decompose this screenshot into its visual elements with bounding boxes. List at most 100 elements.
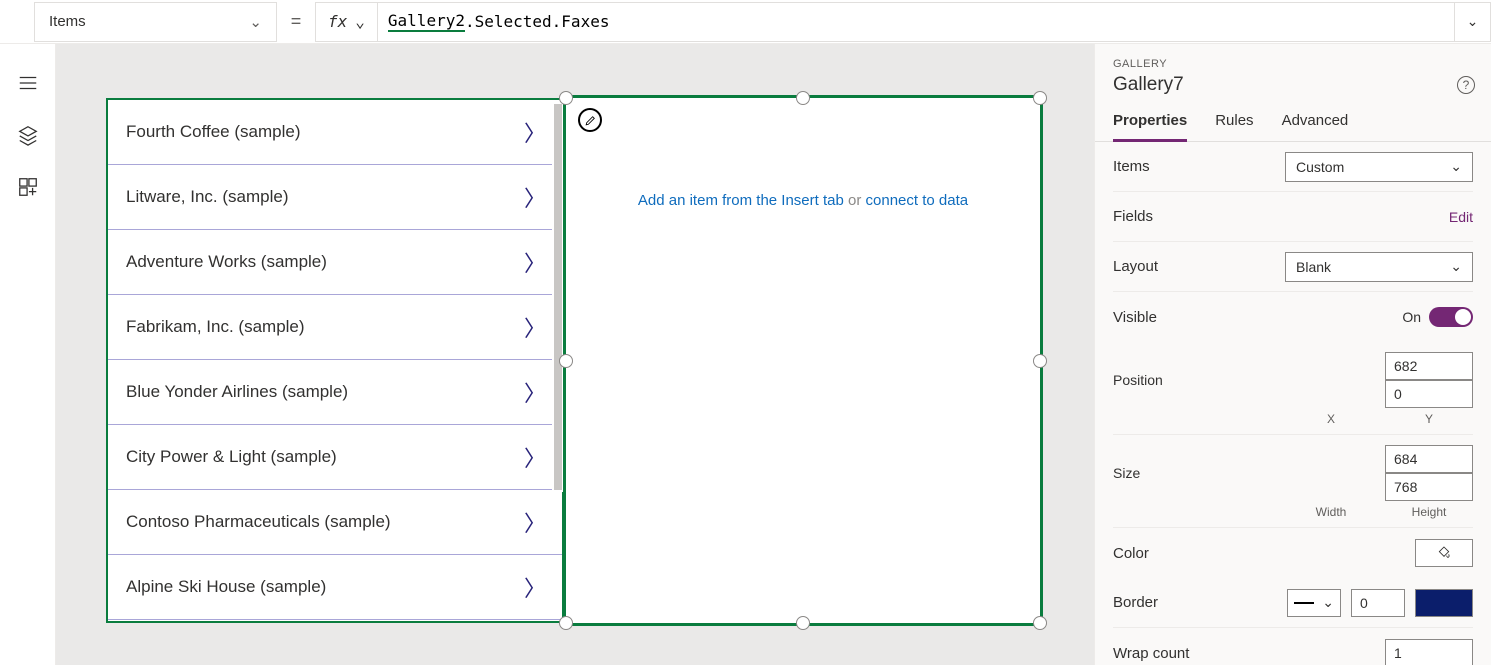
list-item[interactable]: Contoso Pharmaceuticals (sample)〉 bbox=[108, 490, 562, 555]
list-item[interactable]: Adventure Works (sample)〉 bbox=[108, 230, 562, 295]
resize-handle[interactable] bbox=[559, 354, 573, 368]
toggle-label: On bbox=[1402, 309, 1421, 325]
prop-wrap-count: Wrap count 1 bbox=[1113, 628, 1473, 665]
selection-border bbox=[563, 95, 1043, 626]
prop-label: Fields bbox=[1113, 208, 1153, 225]
tab-properties[interactable]: Properties bbox=[1113, 112, 1187, 142]
layers-icon[interactable] bbox=[17, 124, 39, 146]
prop-label: Wrap count bbox=[1113, 645, 1189, 662]
list-item-label: Blue Yonder Airlines (sample) bbox=[126, 382, 348, 402]
prop-items: Items Custom ⌄ bbox=[1113, 142, 1473, 192]
list-item-label: Contoso Pharmaceuticals (sample) bbox=[126, 512, 391, 532]
height-value: 768 bbox=[1394, 479, 1417, 495]
insert-tab-link[interactable]: Add an item from the Insert tab bbox=[638, 192, 844, 209]
formula-expand-button[interactable]: ⌄ bbox=[1455, 2, 1491, 42]
border-width-input[interactable]: 0 bbox=[1351, 589, 1405, 617]
formula-input[interactable]: Gallery2.Selected.Faxes bbox=[378, 2, 1455, 42]
empty-gallery-message: Add an item from the Insert tab or conne… bbox=[566, 192, 1040, 209]
layout-dropdown[interactable]: Blank ⌄ bbox=[1285, 252, 1473, 282]
tab-rules[interactable]: Rules bbox=[1215, 112, 1253, 141]
switch-on-icon bbox=[1429, 307, 1473, 327]
fx-button[interactable]: fx ⌄ bbox=[315, 2, 378, 42]
line-style-icon bbox=[1294, 602, 1314, 604]
pane-tabs: Properties Rules Advanced bbox=[1095, 96, 1491, 142]
artboard: Fourth Coffee (sample) 〉 Litware, Inc. (s… bbox=[106, 98, 1040, 623]
list-item-label: Fabrikam, Inc. (sample) bbox=[126, 317, 305, 337]
list-item[interactable]: Litware, Inc. (sample) 〉 bbox=[108, 165, 562, 230]
tab-advanced[interactable]: Advanced bbox=[1282, 112, 1349, 141]
border-style-dropdown[interactable]: ⌄ bbox=[1287, 589, 1341, 617]
gallery7[interactable]: Add an item from the Insert tab or conne… bbox=[566, 98, 1040, 623]
resize-handle[interactable] bbox=[796, 91, 810, 105]
prop-size: Size 684 768 Width Height bbox=[1113, 435, 1473, 528]
chevron-right-icon: 〉 bbox=[524, 311, 546, 343]
prop-position: Position 682 0 X Y bbox=[1113, 342, 1473, 435]
prop-color: Color bbox=[1113, 528, 1473, 578]
fx-label: fx bbox=[328, 12, 347, 31]
chevron-right-icon: 〉 bbox=[524, 441, 546, 473]
height-sublabel: Height bbox=[1385, 505, 1473, 519]
list-item-label: City Power & Light (sample) bbox=[126, 447, 337, 467]
list-item-label: Litware, Inc. (sample) bbox=[126, 187, 289, 207]
items-value: Custom bbox=[1296, 159, 1344, 175]
chevron-right-icon: 〉 bbox=[524, 246, 546, 278]
list-item[interactable]: Fourth Coffee (sample) 〉 bbox=[108, 100, 562, 165]
prop-layout: Layout Blank ⌄ bbox=[1113, 242, 1473, 292]
prop-fields: Fields Edit bbox=[1113, 192, 1473, 242]
chevron-right-icon: 〉 bbox=[524, 571, 546, 603]
prop-border: Border ⌄ 0 bbox=[1113, 578, 1473, 628]
prop-label: Visible bbox=[1113, 309, 1157, 326]
list-item[interactable]: Alpine Ski House (sample) 〉 bbox=[108, 555, 562, 620]
list-item-label: Fourth Coffee (sample) bbox=[126, 122, 300, 142]
items-dropdown[interactable]: Custom ⌄ bbox=[1285, 152, 1473, 182]
resize-handle[interactable] bbox=[559, 91, 573, 105]
property-pane: GALLERY Gallery7 ? Properties Rules Adva… bbox=[1094, 44, 1491, 665]
property-dropdown[interactable]: Items ⌄ bbox=[34, 2, 277, 42]
fill-icon bbox=[1436, 545, 1452, 561]
equals-sign: = bbox=[277, 11, 315, 32]
size-height-input[interactable]: 768 bbox=[1385, 473, 1473, 501]
list-item[interactable]: Fabrikam, Inc. (sample) 〉 bbox=[108, 295, 562, 360]
list-item-label: Alpine Ski House (sample) bbox=[126, 577, 326, 597]
prop-visible: Visible On bbox=[1113, 292, 1473, 342]
border-color-swatch[interactable] bbox=[1415, 589, 1473, 617]
formula-bar: Items ⌄ = fx ⌄ Gallery2.Selected.Faxes ⌄ bbox=[0, 0, 1491, 44]
color-swatch[interactable] bbox=[1415, 539, 1473, 567]
border-width-value: 0 bbox=[1360, 595, 1368, 611]
chevron-down-icon: ⌄ bbox=[1450, 258, 1462, 275]
hamburger-icon[interactable] bbox=[17, 72, 39, 94]
edit-template-button[interactable] bbox=[578, 108, 602, 132]
prop-label: Items bbox=[1113, 158, 1150, 175]
resize-handle[interactable] bbox=[1033, 91, 1047, 105]
list-item[interactable]: Blue Yonder Airlines (sample) 〉 bbox=[108, 360, 562, 425]
visible-toggle[interactable]: On bbox=[1402, 307, 1473, 327]
width-sublabel: Width bbox=[1287, 505, 1375, 519]
control-name: Gallery7 bbox=[1113, 74, 1473, 96]
canvas[interactable]: Fourth Coffee (sample) 〉 Litware, Inc. (s… bbox=[56, 44, 1094, 665]
x-sublabel: X bbox=[1287, 412, 1375, 426]
formula-token-tail: .Selected.Faxes bbox=[465, 12, 610, 31]
chevron-right-icon: 〉 bbox=[524, 181, 546, 213]
resize-handle[interactable] bbox=[1033, 616, 1047, 630]
resize-handle[interactable] bbox=[796, 616, 810, 630]
prop-label: Size bbox=[1113, 465, 1140, 481]
chevron-right-icon: 〉 bbox=[524, 376, 546, 408]
resize-handle[interactable] bbox=[559, 616, 573, 630]
scrollbar[interactable] bbox=[552, 102, 564, 492]
chevron-down-icon: ⌄ bbox=[355, 12, 365, 31]
list-item[interactable]: City Power & Light (sample) 〉 bbox=[108, 425, 562, 490]
wrap-count-input[interactable]: 1 bbox=[1385, 639, 1473, 665]
y-sublabel: Y bbox=[1385, 412, 1473, 426]
fields-edit-link[interactable]: Edit bbox=[1449, 209, 1473, 225]
components-icon[interactable] bbox=[17, 176, 39, 198]
size-width-input[interactable]: 684 bbox=[1385, 445, 1473, 473]
connect-data-link[interactable]: connect to data bbox=[866, 192, 969, 209]
position-x-input[interactable]: 682 bbox=[1385, 352, 1473, 380]
resize-handle[interactable] bbox=[1033, 354, 1047, 368]
help-icon[interactable]: ? bbox=[1457, 76, 1475, 94]
gallery2[interactable]: Fourth Coffee (sample) 〉 Litware, Inc. (s… bbox=[106, 98, 564, 623]
pos-x-value: 682 bbox=[1394, 358, 1417, 374]
position-y-input[interactable]: 0 bbox=[1385, 380, 1473, 408]
chevron-right-icon: 〉 bbox=[524, 116, 546, 148]
control-category: GALLERY bbox=[1113, 58, 1473, 70]
